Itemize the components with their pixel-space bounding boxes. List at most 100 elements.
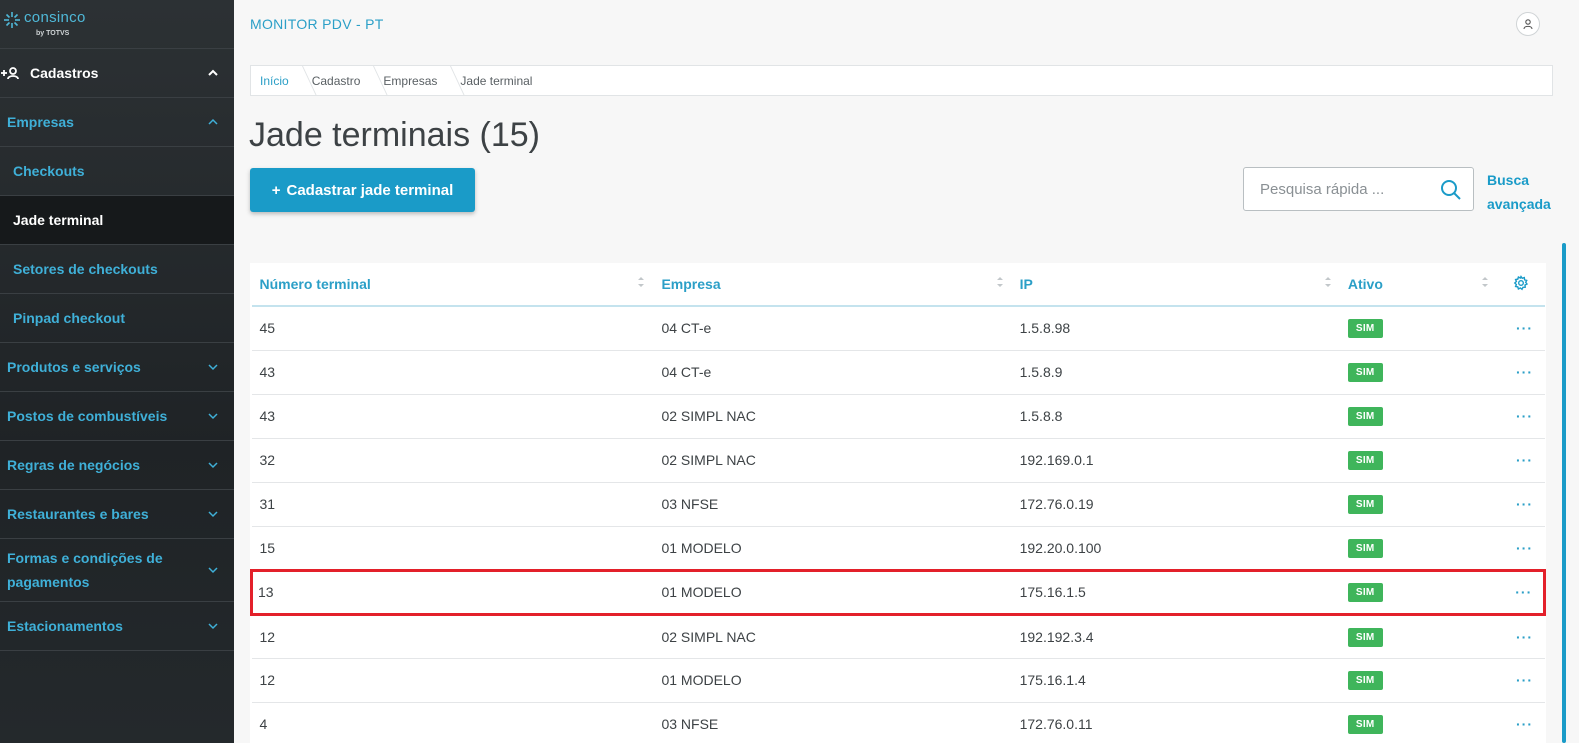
cell-ativo: SIM <box>1339 702 1497 743</box>
plus-icon: + <box>271 181 281 199</box>
row-actions-button[interactable]: ··· <box>1496 702 1545 743</box>
breadcrumb-empresas[interactable]: Empresas <box>374 66 451 95</box>
sidebar-item-regras-de-negocios[interactable]: Regras de negócios <box>0 441 234 490</box>
sidebar-item-empresas[interactable]: Empresas <box>0 98 234 147</box>
consinco-logo-icon <box>4 12 20 28</box>
sidebar-item-label: Checkouts <box>13 163 85 179</box>
search-input[interactable] <box>1260 180 1430 198</box>
cell-ativo: SIM <box>1339 568 1497 616</box>
cell-empresa: 02 SIMPL NAC <box>653 394 1012 439</box>
cell-empresa: 03 NFSE <box>653 702 1012 743</box>
row-actions-button[interactable]: ··· <box>1496 350 1545 395</box>
table-row[interactable]: 45 04 CT-e 1.5.8.98 SIM ··· <box>251 306 1545 351</box>
column-numero-terminal[interactable]: Número terminal <box>251 263 654 307</box>
cell-ip: 192.192.3.4 <box>1011 614 1340 659</box>
sidebar-item-postos-de-combustiveis[interactable]: Postos de combustíveis <box>0 392 234 441</box>
cell-numero: 15 <box>251 526 654 571</box>
status-badge: SIM <box>1347 715 1383 734</box>
row-actions-button[interactable]: ··· <box>1496 438 1545 483</box>
sort-icon <box>1481 277 1488 287</box>
sidebar-item-restaurantes-e-bares[interactable]: Restaurantes e bares <box>0 490 234 539</box>
column-label: Número terminal <box>259 276 371 292</box>
sidebar-item-label: Empresas <box>7 114 74 130</box>
cell-ativo: SIM <box>1339 438 1497 483</box>
user-icon <box>1523 19 1533 30</box>
sidebar-item-label: Jade terminal <box>13 212 104 228</box>
breadcrumb-inicio[interactable]: Início <box>251 66 303 95</box>
table-row[interactable]: 4 03 NFSE 172.76.0.11 SIM ··· <box>251 702 1545 743</box>
user-avatar-button[interactable] <box>1516 12 1540 36</box>
chevron-down-icon <box>208 511 218 518</box>
cell-empresa: 02 SIMPL NAC <box>653 438 1012 483</box>
cell-empresa: 04 CT-e <box>653 350 1012 395</box>
column-label: Ativo <box>1347 276 1383 292</box>
sidebar-item-checkouts[interactable]: Checkouts <box>0 147 234 196</box>
table-row[interactable]: 31 03 NFSE 172.76.0.19 SIM ··· <box>251 482 1545 527</box>
advanced-search-link[interactable]: Busca avançada <box>1487 168 1557 216</box>
row-actions-button[interactable]: ··· <box>1496 658 1545 703</box>
status-badge: SIM <box>1347 363 1383 382</box>
chevron-down-icon <box>208 623 218 630</box>
cell-empresa: 03 NFSE <box>653 482 1012 527</box>
brand-logo[interactable]: consinco by TOTVS <box>0 0 234 49</box>
row-actions-button[interactable]: ··· <box>1496 568 1546 616</box>
cell-ip: 192.20.0.100 <box>1011 526 1340 571</box>
sidebar-item-label: Postos de combustíveis <box>7 408 168 424</box>
status-badge: SIM <box>1347 451 1383 470</box>
cell-numero: 12 <box>251 658 654 703</box>
row-actions-button[interactable]: ··· <box>1496 306 1545 351</box>
table-row[interactable]: 13 01 MODELO 175.16.1.5 SIM ··· <box>250 568 1546 616</box>
cell-ativo: SIM <box>1339 350 1497 395</box>
sidebar-section-cadastros[interactable]: Cadastros <box>0 49 234 98</box>
sort-icon <box>638 277 645 287</box>
sidebar-item-label: Estacionamentos <box>7 618 123 634</box>
sidebar-item-setores-de-checkouts[interactable]: Setores de checkouts <box>0 245 234 294</box>
cell-numero: 43 <box>251 350 654 395</box>
column-ativo[interactable]: Ativo <box>1339 263 1497 307</box>
add-user-icon <box>1 67 19 80</box>
chevron-down-icon <box>208 462 218 469</box>
row-actions-button[interactable]: ··· <box>1496 482 1545 527</box>
cell-ip: 1.5.8.9 <box>1011 350 1340 395</box>
page-title: Jade terminais (15) <box>249 116 541 154</box>
table-row[interactable]: 12 01 MODELO 175.16.1.4 SIM ··· <box>251 658 1545 703</box>
row-actions-button[interactable]: ··· <box>1496 526 1545 571</box>
cell-ip: 175.16.1.4 <box>1011 658 1340 703</box>
chevron-down-icon <box>208 364 218 371</box>
chevron-down-icon <box>208 567 218 574</box>
sidebar-item-jade-terminal[interactable]: Jade terminal <box>0 196 234 245</box>
table-row[interactable]: 32 02 SIMPL NAC 192.169.0.1 SIM ··· <box>251 438 1545 483</box>
status-badge: SIM <box>1347 319 1383 339</box>
cell-numero: 4 <box>251 702 654 743</box>
table-row[interactable]: 15 01 MODELO 192.20.0.100 SIM ··· <box>251 526 1545 571</box>
sidebar-item-produtos-e-servicos[interactable]: Produtos e serviços <box>0 343 234 392</box>
breadcrumb-cadastro[interactable]: Cadastro <box>303 66 375 95</box>
sidebar-item-pinpad-checkout[interactable]: Pinpad checkout <box>0 294 234 343</box>
sidebar-item-estacionamentos[interactable]: Estacionamentos <box>0 602 234 651</box>
table-row[interactable]: 12 02 SIMPL NAC 192.192.3.4 SIM ··· <box>251 614 1545 659</box>
sidebar-section-label: Cadastros <box>30 65 99 81</box>
sort-icon <box>1324 277 1331 287</box>
scrollbar[interactable] <box>1562 243 1566 743</box>
cell-ativo: SIM <box>1339 614 1497 659</box>
search-icon[interactable] <box>1439 178 1463 202</box>
table-row[interactable]: 43 04 CT-e 1.5.8.9 SIM ··· <box>251 350 1545 395</box>
cell-ativo: SIM <box>1339 394 1497 439</box>
column-ip[interactable]: IP <box>1011 263 1340 307</box>
sidebar-item-formas-e-condicoes[interactable]: Formas e condições de pagamentos <box>0 539 234 602</box>
table-row[interactable]: 43 02 SIMPL NAC 1.5.8.8 SIM ··· <box>251 394 1545 439</box>
row-actions-button[interactable]: ··· <box>1496 614 1545 659</box>
gear-icon[interactable] <box>1513 274 1529 291</box>
row-actions-button[interactable]: ··· <box>1496 394 1545 439</box>
table-header-row: Número terminal Empresa IP Ativo <box>251 263 1545 307</box>
column-settings[interactable] <box>1496 263 1545 307</box>
status-badge: SIM <box>1347 407 1383 426</box>
create-jade-terminal-button[interactable]: + Cadastrar jade terminal <box>250 168 475 212</box>
cell-empresa: 04 CT-e <box>653 306 1012 351</box>
sidebar-item-label: Regras de negócios <box>7 457 141 473</box>
column-label: Empresa <box>661 276 721 292</box>
cell-empresa: 02 SIMPL NAC <box>653 614 1012 659</box>
cell-ip: 172.76.0.19 <box>1011 482 1340 527</box>
chevron-down-icon <box>208 413 218 420</box>
column-empresa[interactable]: Empresa <box>653 263 1012 307</box>
